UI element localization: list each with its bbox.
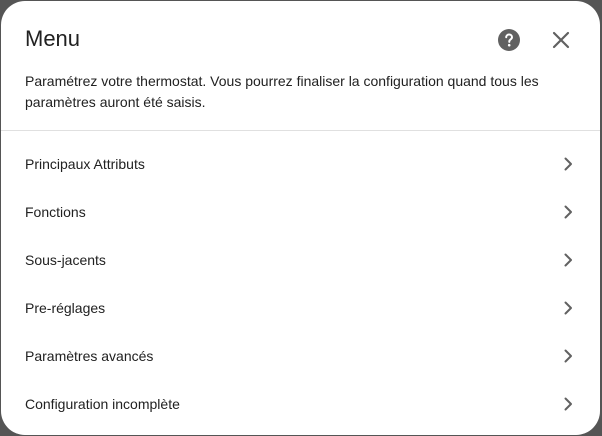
dialog-header: Menu Paramétrez votre thermostat. Vous p…: [1, 1, 600, 131]
dialog-title: Menu: [25, 26, 81, 51]
help-circle-icon: [498, 29, 520, 51]
menu-item-parametres-avances[interactable]: Paramètres avancés: [1, 332, 600, 380]
chevron-right-icon: [564, 301, 572, 315]
menu-item-sous-jacents[interactable]: Sous-jacents: [1, 236, 600, 284]
menu-item-pre-reglages[interactable]: Pre-réglages: [1, 284, 600, 332]
chevron-right-icon: [564, 205, 572, 219]
config-menu-dialog: Menu Paramétrez votre thermostat. Vous p…: [1, 1, 600, 435]
menu-item-label: Paramètres avancés: [25, 348, 154, 364]
menu-item-label: Fonctions: [25, 204, 86, 220]
close-button[interactable]: [549, 28, 573, 52]
menu-item-principaux-attributs[interactable]: Principaux Attributs: [1, 140, 600, 188]
menu-item-label: Configuration incomplète: [25, 396, 180, 412]
close-icon: [552, 31, 570, 49]
menu-item-configuration-incomplete[interactable]: Configuration incomplète: [1, 380, 600, 428]
chevron-right-icon: [564, 157, 572, 171]
menu-item-label: Sous-jacents: [25, 252, 106, 268]
menu-item-label: Pre-réglages: [25, 300, 106, 316]
menu-list: Principaux Attributs Fonctions Sous-jace…: [1, 140, 600, 428]
menu-item-fonctions[interactable]: Fonctions: [1, 188, 600, 236]
menu-item-label: Principaux Attributs: [25, 156, 145, 172]
dialog-description: Paramétrez votre thermostat. Vous pourre…: [25, 73, 539, 110]
chevron-right-icon: [564, 397, 572, 411]
chevron-right-icon: [564, 253, 572, 267]
chevron-right-icon: [564, 349, 572, 363]
help-button[interactable]: [497, 28, 521, 52]
